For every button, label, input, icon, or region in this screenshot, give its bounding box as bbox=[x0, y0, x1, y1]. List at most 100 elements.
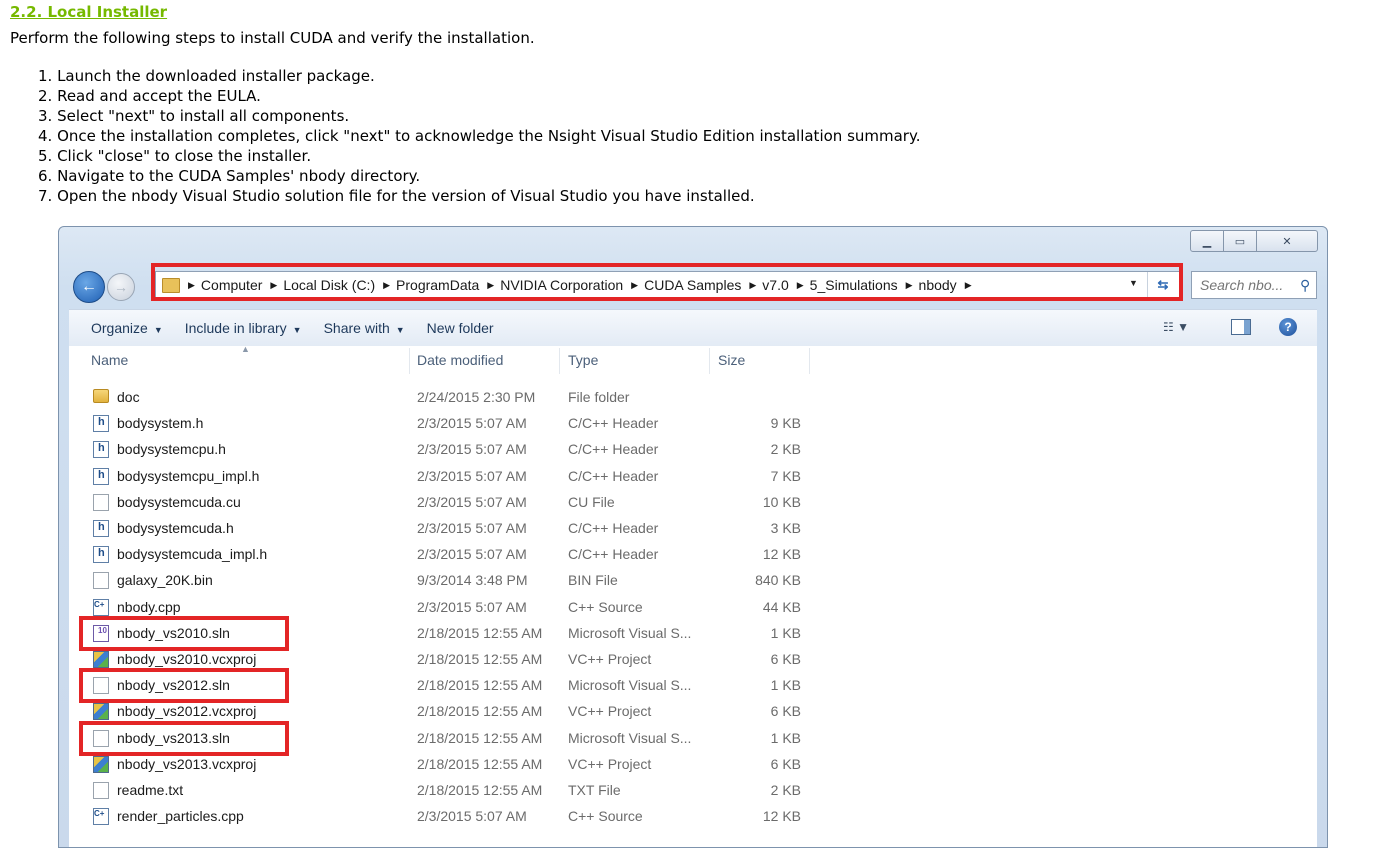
file-row[interactable]: bodysystemcpu_impl.h 2/3/2015 5:07 AM C/C+… bbox=[69, 464, 809, 490]
column-divider[interactable] bbox=[709, 348, 710, 374]
file-row[interactable]: doc 2/24/2015 2:30 PM File folder bbox=[69, 385, 809, 411]
column-name[interactable]: Name bbox=[91, 352, 128, 368]
organize-menu[interactable]: Organize ▼ bbox=[91, 320, 163, 336]
file-row[interactable]: bodysystemcpu.h 2/3/2015 5:07 AM C/C++ Hea… bbox=[69, 437, 809, 463]
forward-button[interactable]: → bbox=[107, 273, 135, 301]
share-with-menu[interactable]: Share with ▼ bbox=[324, 320, 405, 336]
back-arrow-icon: ← bbox=[81, 278, 97, 295]
text-file-icon bbox=[93, 782, 109, 799]
file-size: 44 KB bbox=[762, 598, 801, 615]
file-row[interactable]: readme.txt 2/18/2015 12:55 AM TXT File 2 KB bbox=[69, 778, 809, 804]
chevron-down-icon: ▼ bbox=[292, 325, 302, 335]
forward-arrow-icon: → bbox=[114, 279, 128, 295]
back-button[interactable]: ← bbox=[73, 271, 105, 303]
file-date-modified: 2/3/2015 5:07 AM bbox=[417, 415, 527, 432]
file-name: bodysystemcpu_impl.h bbox=[117, 467, 260, 484]
file-type: C++ Source bbox=[568, 598, 643, 615]
search-box[interactable]: ⚲ bbox=[1191, 271, 1317, 299]
new-folder-button[interactable]: New folder bbox=[427, 320, 494, 336]
sort-ascending-icon: ▲ bbox=[241, 344, 250, 354]
step-item: 4. Once the installation completes, clic… bbox=[38, 127, 921, 145]
file-name: bodysystemcpu.h bbox=[117, 441, 226, 458]
file-type: CU File bbox=[568, 493, 615, 510]
intro-text: Perform the following steps to install C… bbox=[10, 29, 535, 47]
command-toolbar: Organize ▼ Include in library ▼ Share with… bbox=[69, 309, 1317, 347]
file-name: nbody_vs2013.vcxproj bbox=[117, 755, 257, 772]
file-type: C/C++ Header bbox=[568, 441, 659, 458]
maximize-button[interactable]: ▭ bbox=[1223, 230, 1257, 252]
file-date-modified: 2/3/2015 5:07 AM bbox=[417, 493, 527, 510]
column-divider[interactable] bbox=[809, 348, 810, 374]
column-type[interactable]: Type bbox=[568, 352, 598, 368]
file-name: doc bbox=[117, 389, 140, 405]
file-name: nbody.cpp bbox=[117, 598, 181, 615]
file-date-modified: 2/3/2015 5:07 AM bbox=[417, 546, 527, 563]
step-item: 3. Select "next" to install all componen… bbox=[38, 107, 350, 125]
file-name: bodysystemcuda.h bbox=[117, 520, 234, 536]
close-button[interactable]: ✕ bbox=[1256, 230, 1318, 252]
organize-label: Organize bbox=[91, 320, 148, 336]
help-icon[interactable]: ? bbox=[1279, 318, 1297, 336]
file-row[interactable]: bodysystem.h 2/3/2015 5:07 AM C/C++ Header… bbox=[69, 411, 809, 437]
include-in-library-menu[interactable]: Include in library ▼ bbox=[185, 320, 302, 336]
file-row[interactable]: nbody_vs2013.vcxproj 2/18/2015 12:55 AM VC… bbox=[69, 752, 809, 778]
file-row[interactable]: render_particles.cpp 2/3/2015 5:07 AM C++ … bbox=[69, 804, 809, 830]
file-row[interactable]: galaxy_20K.bin 9/3/2014 3:48 PM BIN File 84… bbox=[69, 568, 809, 594]
file-date-modified: 2/18/2015 12:55 AM bbox=[417, 703, 543, 720]
file-date-modified: 2/18/2015 12:55 AM bbox=[417, 782, 543, 798]
search-icon[interactable]: ⚲ bbox=[1300, 277, 1310, 294]
file-size: 12 KB bbox=[762, 546, 801, 563]
file-date-modified: 2/24/2015 2:30 PM bbox=[417, 389, 536, 405]
minimize-button[interactable]: ▁ bbox=[1190, 230, 1224, 252]
file-date-modified: 2/3/2015 5:07 AM bbox=[417, 467, 527, 484]
header-file-icon bbox=[93, 546, 109, 564]
column-size[interactable]: Size bbox=[718, 352, 745, 368]
file-type: Microsoft Visual S... bbox=[568, 677, 692, 694]
step-item: 5. Click "close" to close the installer. bbox=[38, 147, 312, 165]
file-date-modified: 2/18/2015 12:55 AM bbox=[417, 729, 543, 746]
file-highlight-box bbox=[79, 720, 289, 756]
install-steps-list: 1. Launch the downloaded installer packa… bbox=[38, 66, 920, 206]
file-name: bodysystemcuda.cu bbox=[117, 493, 241, 510]
file-size: 12 KB bbox=[762, 808, 801, 825]
file-size: 6 KB bbox=[770, 703, 801, 720]
file-date-modified: 2/18/2015 12:55 AM bbox=[417, 624, 543, 641]
file-size: 1 KB bbox=[770, 677, 801, 694]
file-row[interactable]: bodysystemcuda.h 2/3/2015 5:07 AM C/C++ He… bbox=[69, 516, 809, 542]
column-divider[interactable] bbox=[559, 348, 560, 374]
file-name: render_particles.cpp bbox=[117, 808, 244, 825]
view-options-icon[interactable]: ☷ ▼ bbox=[1163, 320, 1189, 334]
step-item: 7. Open the nbody Visual Studio solution… bbox=[38, 187, 755, 205]
file-type: BIN File bbox=[568, 572, 618, 589]
file-name: readme.txt bbox=[117, 782, 184, 798]
preview-pane-icon[interactable] bbox=[1231, 319, 1251, 335]
file-type: C++ Source bbox=[568, 808, 643, 825]
file-row[interactable]: bodysystemcuda_impl.h 2/3/2015 5:07 AM C/C… bbox=[69, 542, 809, 568]
file-type: Microsoft Visual S... bbox=[568, 624, 692, 641]
step-item: 6. Navigate to the CUDA Samples' nbody d… bbox=[38, 167, 421, 185]
vcxproj-file-icon bbox=[93, 703, 109, 721]
file-name: nbody_vs2012.vcxproj bbox=[117, 703, 257, 720]
cpp-file-icon bbox=[93, 808, 109, 826]
file-name: nbody_vs2010.vcxproj bbox=[117, 651, 257, 667]
file-row[interactable]: bodysystemcuda.cu 2/3/2015 5:07 AM CU File… bbox=[69, 490, 809, 516]
section-heading-link[interactable]: 2.2. Local Installer bbox=[10, 3, 167, 21]
step-item: 2. Read and accept the EULA. bbox=[38, 87, 261, 105]
file-name: galaxy_20K.bin bbox=[117, 572, 213, 589]
file-size: 9 KB bbox=[770, 415, 801, 432]
file-size: 6 KB bbox=[770, 755, 801, 772]
search-input[interactable] bbox=[1198, 276, 1298, 294]
file-date-modified: 2/18/2015 12:55 AM bbox=[417, 651, 543, 667]
file-size: 6 KB bbox=[770, 651, 801, 667]
file-type: C/C++ Header bbox=[568, 467, 659, 484]
file-type: Microsoft Visual S... bbox=[568, 729, 692, 746]
column-date-modified[interactable]: Date modified bbox=[417, 352, 503, 368]
share-with-label: Share with bbox=[323, 320, 390, 336]
cpp-file-icon bbox=[93, 598, 109, 616]
explorer-window: ▁ ▭ ✕ ← → ▶ Computer ▶ Local Disk (C:) ▶… bbox=[58, 226, 1328, 848]
file-type: C/C++ Header bbox=[568, 415, 659, 432]
column-divider[interactable] bbox=[409, 348, 410, 374]
include-in-library-label: Include in library bbox=[184, 320, 287, 336]
file-size: 7 KB bbox=[770, 467, 801, 484]
file-size: 10 KB bbox=[762, 493, 801, 510]
